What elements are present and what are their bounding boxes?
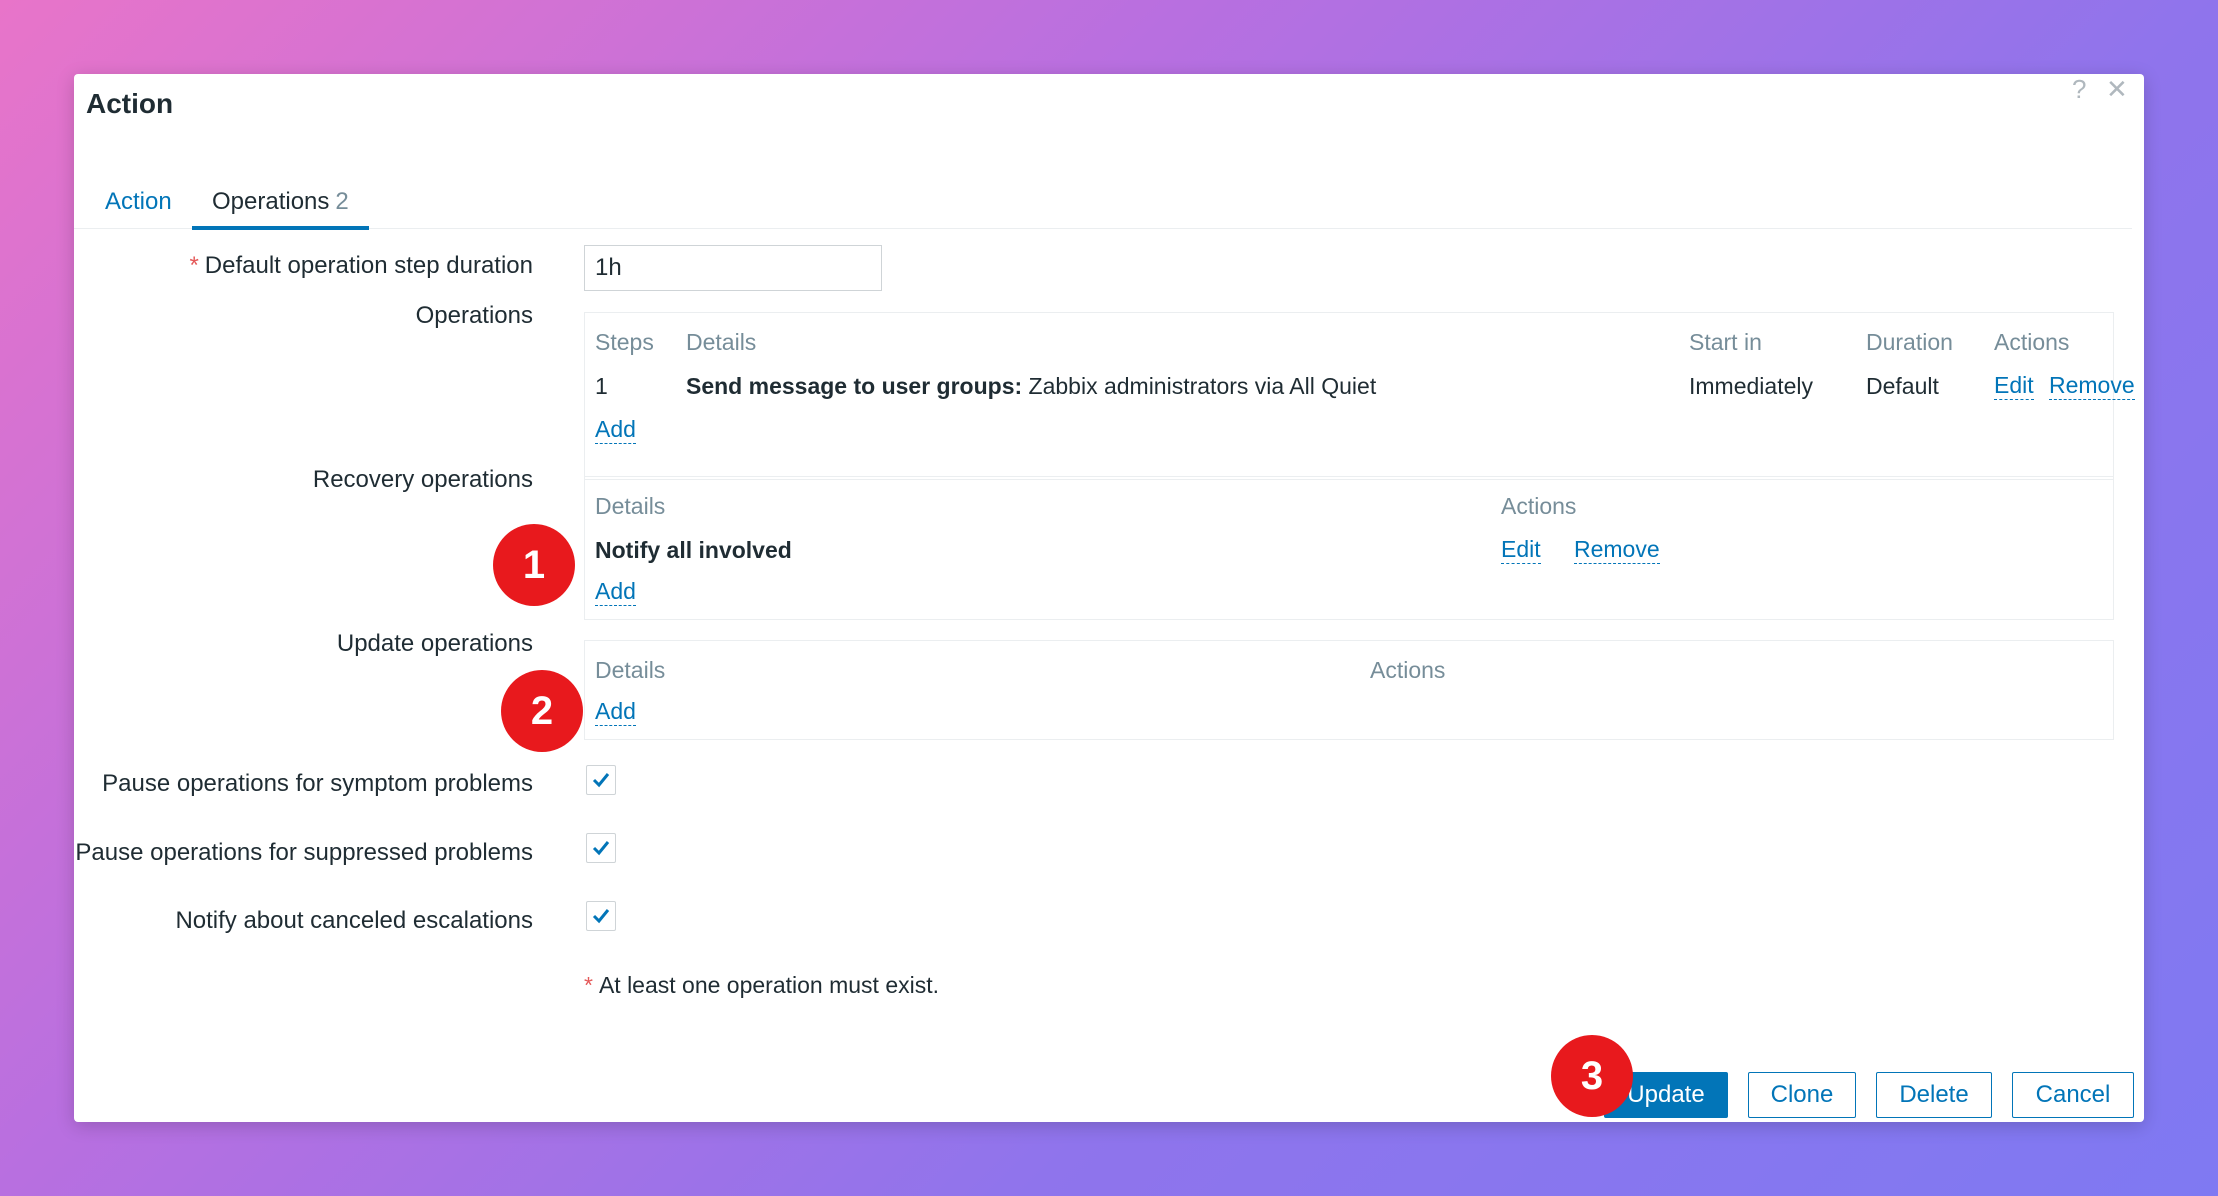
dialog-title: Action	[86, 88, 174, 119]
operation-step: 1	[595, 373, 608, 399]
operation-start-in: Immediately	[1689, 373, 1813, 399]
operations-table: Steps Details Start in Duration Actions …	[584, 312, 2135, 480]
operation-details: Send message to user groups: Zabbix admi…	[686, 373, 1377, 399]
help-icon[interactable]: ?	[2072, 74, 2086, 105]
operations-add-link[interactable]: Add	[595, 415, 636, 444]
notify-canceled-label: Notify about canceled escalations	[175, 907, 533, 934]
recovery-operations-label: Recovery operations	[312, 466, 533, 493]
recovery-operation-details: Notify all involved	[595, 537, 792, 563]
col-header-start-in: Start in	[1689, 329, 1762, 355]
col-header-duration: Duration	[1866, 329, 1953, 355]
annotation-badge-3: 3	[1551, 1035, 1633, 1117]
required-note: * At least one operation must exist.	[584, 972, 940, 998]
col-header-actions: Actions	[1994, 329, 2070, 355]
tab-bar: Action Operations 2	[74, 176, 2132, 230]
required-mark: *	[189, 252, 199, 279]
step-duration-input[interactable]: 1h	[584, 245, 882, 291]
clone-button[interactable]: Clone	[1748, 1072, 1856, 1118]
operation-edit-link[interactable]: Edit	[1994, 371, 2034, 400]
update-operations-label: Update operations	[336, 630, 533, 657]
action-dialog: Action ? ✕ Action Operations 2 * Default o…	[74, 74, 2144, 1122]
checkmark-icon	[592, 773, 610, 788]
delete-button[interactable]: Delete	[1876, 1072, 1992, 1118]
col-header-details: Details	[595, 493, 666, 519]
step-duration-label: * Default operation step duration	[189, 252, 533, 279]
col-header-actions: Actions	[1370, 657, 1446, 683]
col-header-details: Details	[595, 657, 666, 683]
recovery-edit-link[interactable]: Edit	[1501, 535, 1541, 564]
notify-canceled-checkbox[interactable]	[586, 901, 616, 931]
operation-duration: Default	[1866, 373, 1939, 399]
annotation-badge-1: 1	[493, 524, 575, 606]
col-header-steps: Steps	[595, 329, 654, 355]
tab-count-badge: 2	[335, 188, 349, 215]
pause-suppressed-label: Pause operations for suppressed problems	[75, 839, 533, 866]
cancel-button[interactable]: Cancel	[2012, 1072, 2134, 1118]
tab-action[interactable]: Action	[105, 176, 172, 228]
operation-remove-link[interactable]: Remove	[2049, 371, 2135, 400]
tab-operations[interactable]: Operations 2	[192, 176, 369, 230]
col-header-actions: Actions	[1501, 493, 1577, 519]
checkmark-icon	[592, 909, 610, 924]
col-header-details: Details	[686, 329, 757, 355]
recovery-remove-link[interactable]: Remove	[1574, 535, 1660, 564]
pause-symptom-checkbox[interactable]	[586, 765, 616, 795]
recovery-operations-table: Details Actions Notify all involved Edit…	[584, 476, 2114, 620]
checkmark-icon	[592, 841, 610, 856]
update-operations-table: Details Actions Add	[584, 640, 2114, 740]
annotation-badge-2: 2	[501, 670, 583, 752]
pause-symptom-label: Pause operations for symptom problems	[102, 770, 533, 797]
pause-suppressed-checkbox[interactable]	[586, 833, 616, 863]
close-icon[interactable]: ✕	[2106, 74, 2128, 105]
recovery-add-link[interactable]: Add	[595, 577, 636, 606]
update-add-link[interactable]: Add	[595, 697, 636, 726]
operations-label: Operations	[415, 302, 533, 329]
